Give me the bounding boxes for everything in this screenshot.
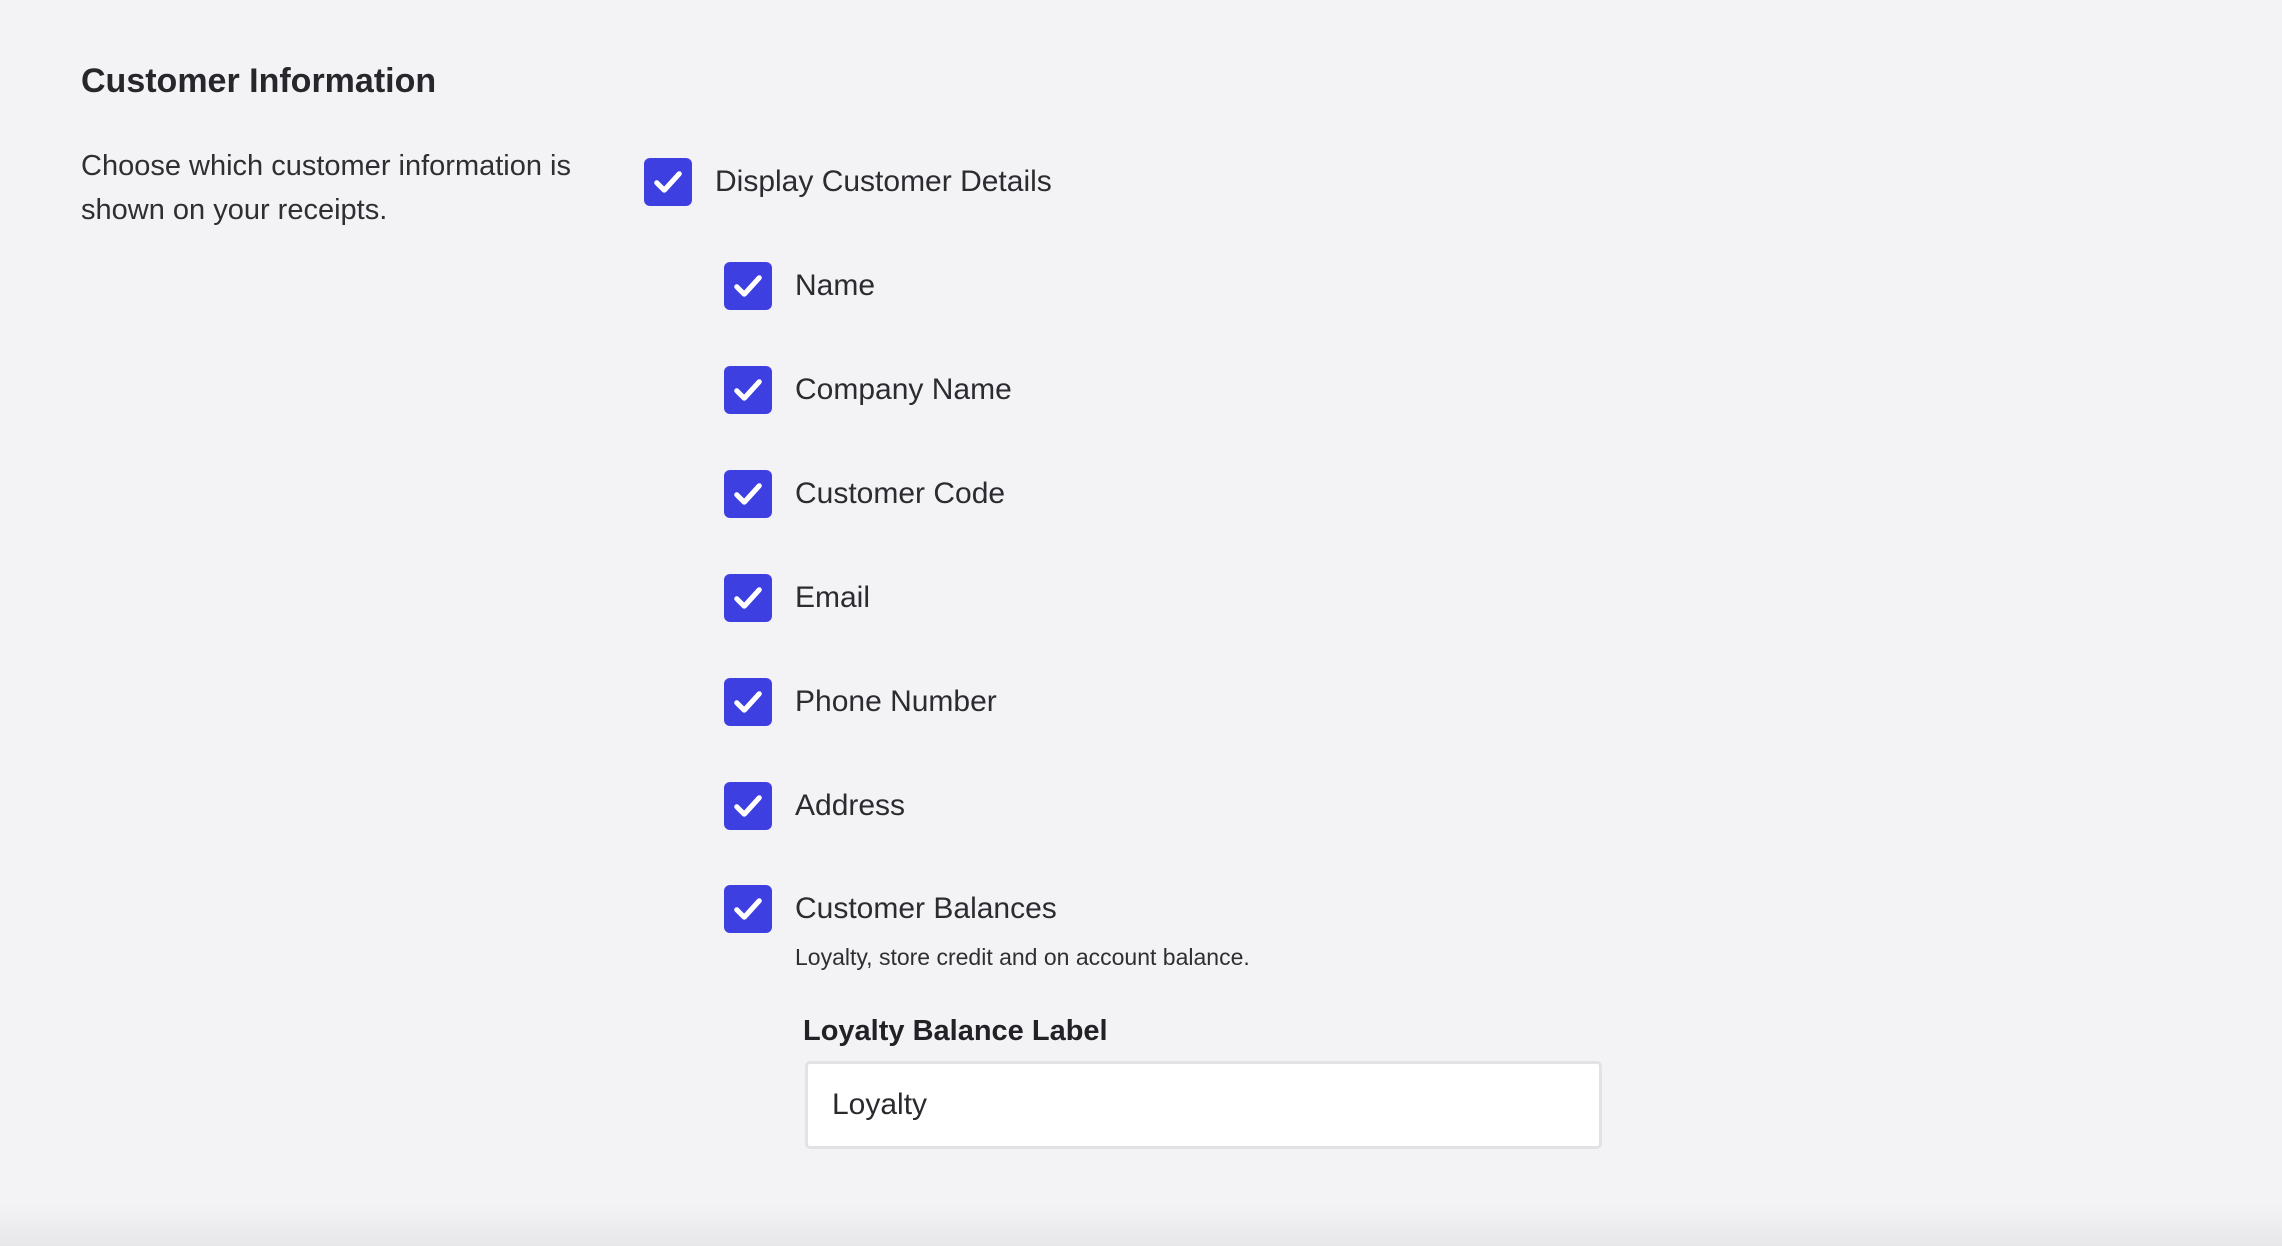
customer-balances-label: Customer Balances (795, 892, 1057, 925)
email-checkbox[interactable] (724, 574, 772, 622)
display-customer-details-option[interactable]: Display Customer Details (644, 158, 1052, 206)
checkmark-icon (734, 898, 762, 920)
option-address[interactable]: Address (724, 782, 905, 830)
loyalty-balance-label-input[interactable] (805, 1061, 1602, 1149)
checkmark-icon (734, 795, 762, 817)
option-customer-code[interactable]: Customer Code (724, 470, 1005, 518)
address-checkbox[interactable] (724, 782, 772, 830)
option-name[interactable]: Name (724, 262, 875, 310)
address-label: Address (795, 789, 906, 822)
customer-balances-help-text: Loyalty, store credit and on account bal… (795, 944, 1250, 970)
name-checkbox[interactable] (724, 262, 772, 310)
email-label: Email (795, 581, 871, 614)
option-email[interactable]: Email (724, 574, 870, 622)
checkmark-icon (734, 379, 762, 401)
bottom-divider-shadow (0, 1204, 2282, 1246)
phone-number-checkbox[interactable] (724, 678, 772, 726)
option-customer-balances[interactable]: Customer Balances (724, 885, 1057, 933)
customer-code-label: Customer Code (795, 477, 1006, 510)
company-name-checkbox[interactable] (724, 366, 772, 414)
checkmark-icon (734, 483, 762, 505)
display-customer-details-label: Display Customer Details (715, 165, 1052, 198)
customer-code-checkbox[interactable] (724, 470, 772, 518)
section-title: Customer Information (81, 62, 437, 100)
company-name-label: Company Name (795, 373, 1012, 406)
checkmark-icon (734, 587, 762, 609)
checkmark-icon (654, 171, 682, 193)
checkmark-icon (734, 691, 762, 713)
name-label: Name (795, 269, 876, 302)
section-description: Choose which customer information is sho… (81, 150, 571, 226)
phone-number-label: Phone Number (795, 685, 997, 718)
option-company-name[interactable]: Company Name (724, 366, 1012, 414)
display-customer-details-checkbox[interactable] (644, 158, 692, 206)
customer-balances-checkbox[interactable] (724, 885, 772, 933)
checkmark-icon (734, 275, 762, 297)
option-phone-number[interactable]: Phone Number (724, 678, 997, 726)
loyalty-balance-label-heading: Loyalty Balance Label (803, 1015, 1108, 1047)
